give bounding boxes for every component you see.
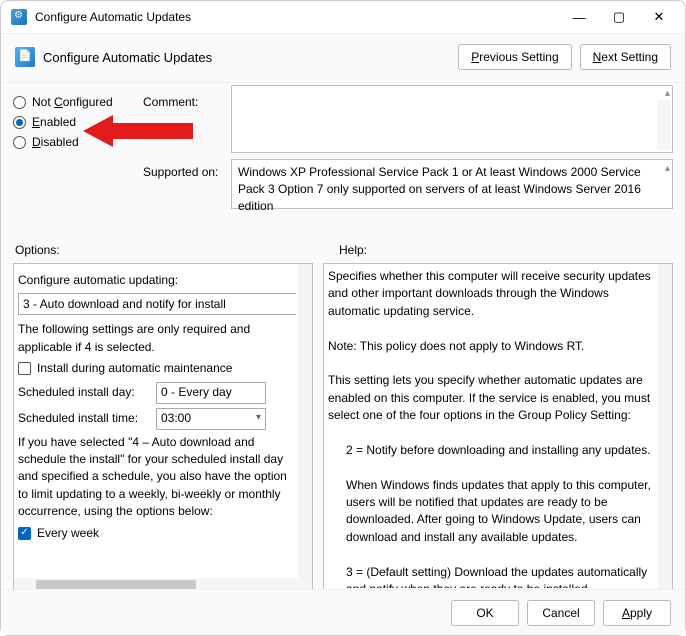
comment-textarea[interactable]: ▴	[231, 85, 673, 153]
radio-enabled[interactable]: Enabled	[13, 115, 143, 129]
comment-label: Comment:	[143, 95, 231, 109]
app-icon	[11, 9, 27, 25]
help-text: This setting lets you specify whether au…	[328, 372, 656, 424]
install-time-label: Scheduled install time:	[18, 410, 146, 427]
help-text: Specifies whether this computer will rec…	[328, 268, 656, 320]
window-title: Configure Automatic Updates	[35, 10, 191, 24]
options-label: Options:	[15, 243, 325, 257]
schedule-paragraph: If you have selected "4 – Auto download …	[18, 434, 296, 521]
configure-updating-label: Configure automatic updating:	[18, 272, 296, 289]
ok-button[interactable]: OK	[451, 600, 519, 626]
install-day-select[interactable]: 0 - Every day	[156, 382, 266, 404]
scroll-up-icon: ▴	[665, 162, 670, 176]
help-text: 2 = Notify before downloading and instal…	[328, 442, 656, 459]
install-time-select[interactable]: 03:00 ▾	[156, 408, 266, 430]
supported-on-text: Windows XP Professional Service Pack 1 o…	[231, 159, 673, 209]
radio-not-configured[interactable]: Not Configured	[13, 95, 143, 109]
apply-button[interactable]: Apply	[603, 600, 671, 626]
help-text: When Windows finds updates that apply to…	[328, 477, 656, 547]
help-panel: Specifies whether this computer will rec…	[323, 263, 673, 593]
previous-setting-button[interactable]: Previous Setting	[458, 44, 571, 70]
help-vscrollbar[interactable]	[658, 264, 672, 592]
options-note: The following settings are only required…	[18, 321, 296, 356]
every-week-checkbox[interactable]: Every week	[18, 525, 296, 542]
radio-disabled[interactable]: Disabled	[13, 135, 143, 149]
policy-icon	[15, 47, 35, 67]
help-text: 3 = (Default setting) Download the updat…	[328, 564, 656, 588]
scrollbar[interactable]	[657, 100, 671, 150]
minimize-button[interactable]: —	[565, 5, 593, 29]
radio-icon	[13, 116, 26, 129]
maximize-button[interactable]: ▢	[605, 5, 633, 29]
scroll-up-icon: ▴	[665, 88, 670, 99]
help-label: Help:	[325, 243, 367, 257]
checkbox-icon	[18, 362, 31, 375]
options-panel: Configure automatic updating: 3 - Auto d…	[13, 263, 313, 593]
update-mode-select[interactable]: 3 - Auto download and notify for install	[18, 293, 296, 315]
cancel-button[interactable]: Cancel	[527, 600, 595, 626]
install-maintenance-checkbox[interactable]: Install during automatic maintenance	[18, 360, 296, 377]
close-button[interactable]: ✕	[645, 5, 673, 29]
page-title: Configure Automatic Updates	[43, 50, 212, 65]
next-setting-button[interactable]: Next Setting	[580, 44, 671, 70]
options-vscrollbar[interactable]	[298, 264, 312, 578]
checkbox-icon	[18, 527, 31, 540]
supported-on-label: Supported on:	[143, 165, 231, 179]
radio-icon	[13, 96, 26, 109]
chevron-down-icon: ▾	[256, 411, 261, 426]
radio-icon	[13, 136, 26, 149]
install-day-label: Scheduled install day:	[18, 384, 146, 401]
help-text: Note: This policy does not apply to Wind…	[328, 338, 656, 355]
